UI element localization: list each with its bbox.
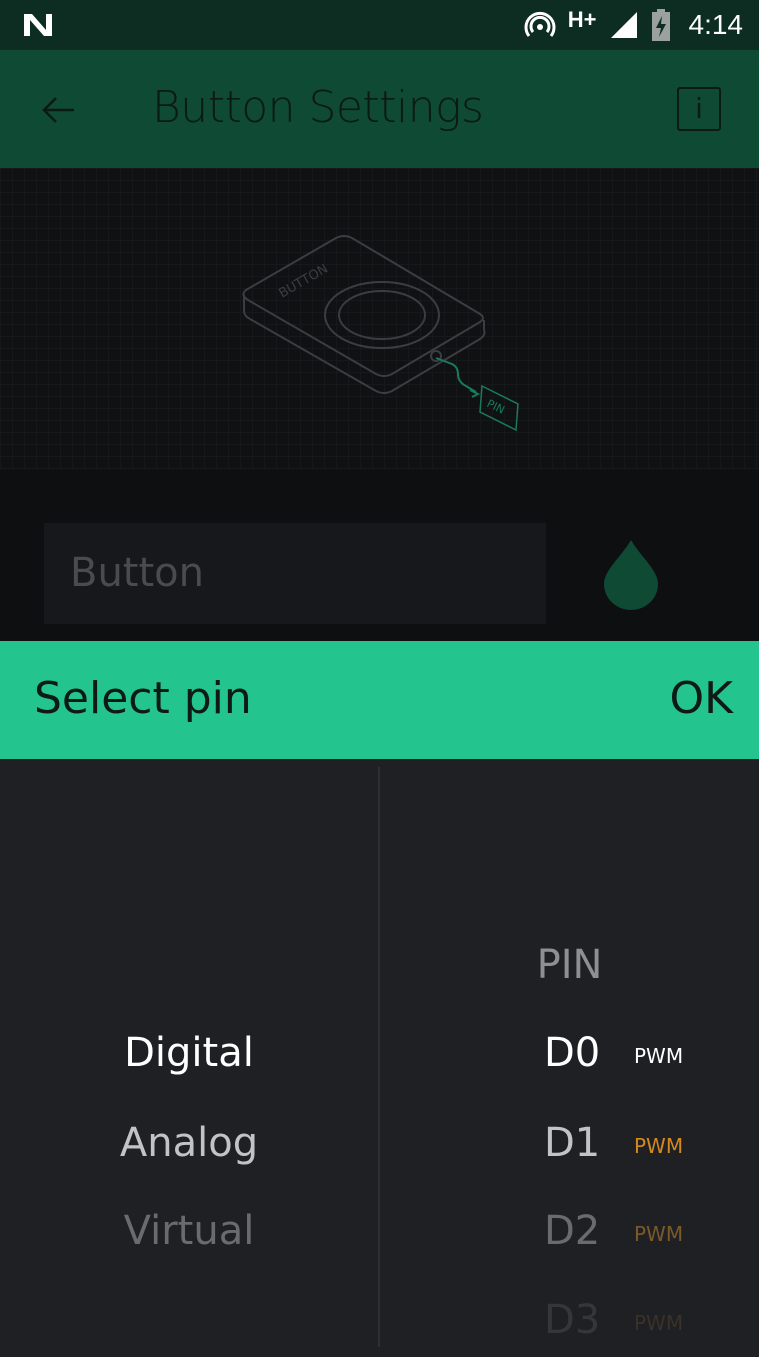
pin-row-d0[interactable]: D0 PWM xyxy=(380,1030,759,1090)
pin-pwm-tag: PWM xyxy=(634,1222,684,1246)
widget-name-input[interactable]: Button xyxy=(44,523,546,624)
n-logo-icon xyxy=(24,14,52,36)
pin-name: D2 xyxy=(544,1208,601,1254)
clock: 4:14 xyxy=(688,9,744,40)
pin-tag-label: PIN xyxy=(485,397,507,417)
ok-button[interactable]: OK xyxy=(670,673,734,724)
select-pin-bar: Select pin OK xyxy=(0,641,759,759)
signal-icon xyxy=(610,12,637,38)
pin-number-column[interactable]: PIN D0 PWM D1 PWM D2 PWM D3 PWM xyxy=(380,759,759,1350)
pin-type-analog[interactable]: Analog xyxy=(0,1120,378,1166)
network-type: H+ xyxy=(567,7,597,32)
pin-row-d3[interactable]: D3 PWM xyxy=(380,1297,759,1357)
pin-type-virtual[interactable]: Virtual xyxy=(0,1208,378,1254)
pin-pwm-tag: PWM xyxy=(634,1044,684,1068)
hotspot-icon xyxy=(524,11,556,37)
pin-name: D1 xyxy=(544,1120,601,1166)
color-drop-icon[interactable] xyxy=(602,538,660,610)
pin-row-d1[interactable]: D1 PWM xyxy=(380,1120,759,1180)
select-pin-title: Select pin xyxy=(34,673,252,724)
pin-pwm-tag: PWM xyxy=(634,1134,684,1158)
widget-form: Button xyxy=(0,470,759,641)
pin-name: D0 xyxy=(544,1030,601,1076)
pin-type-digital[interactable]: Digital xyxy=(0,1030,378,1076)
page-title: Button Settings xyxy=(152,82,484,133)
status-bar: H+ 4:14 xyxy=(0,0,759,50)
app-bar: Button Settings i xyxy=(0,50,759,168)
pin-type-column[interactable]: Digital Analog Virtual xyxy=(0,759,378,1350)
pin-picker: Digital Analog Virtual PIN D0 PWM D1 PWM… xyxy=(0,759,759,1350)
battery-charging-icon xyxy=(651,9,670,41)
pin-column-header: PIN xyxy=(536,942,603,988)
info-icon[interactable]: i xyxy=(677,87,721,131)
widget-illustration: BUTTON PIN xyxy=(0,168,759,470)
back-arrow-icon[interactable] xyxy=(40,92,76,128)
pin-pwm-tag: PWM xyxy=(634,1311,684,1335)
button-device-illustration: BUTTON PIN xyxy=(242,235,519,432)
pin-row-d2[interactable]: D2 PWM xyxy=(380,1208,759,1268)
pin-name: D3 xyxy=(544,1297,601,1343)
